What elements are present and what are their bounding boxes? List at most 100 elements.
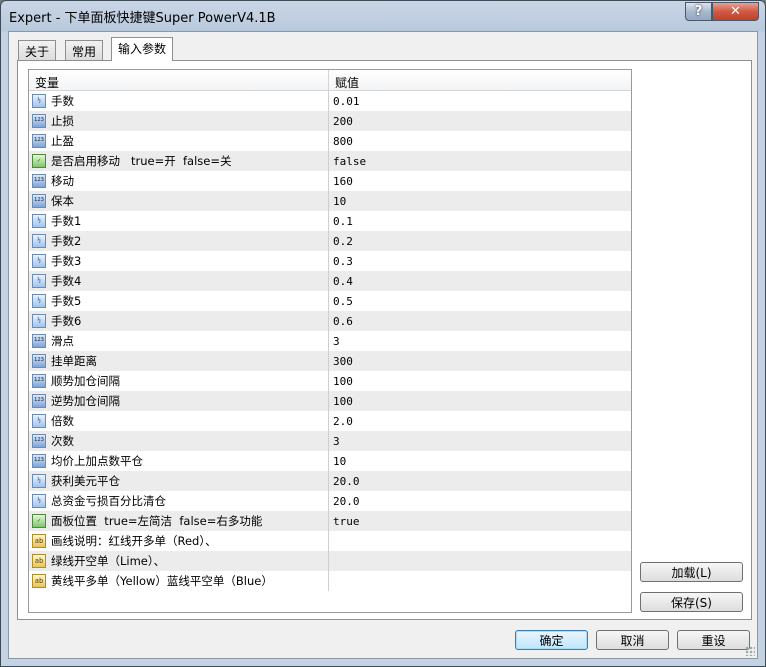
value-cell[interactable]: 200 <box>329 111 631 131</box>
variable-name: 手数1 <box>51 214 82 228</box>
value-cell[interactable]: 0.1 <box>329 211 631 231</box>
variable-cell: ½ 倍数 <box>29 411 329 431</box>
table-row[interactable]: ½ 倍数 2.0 <box>29 411 631 431</box>
value-cell[interactable]: 100 <box>329 371 631 391</box>
double-icon: ½ <box>32 214 46 228</box>
table-row[interactable]: ✓ 是否启用移动 true=开 false=关 false <box>29 151 631 171</box>
table-row[interactable]: ½ 手数4 0.4 <box>29 271 631 291</box>
double-icon: ½ <box>32 314 46 328</box>
table-row[interactable]: 123 顺势加仓间隔 100 <box>29 371 631 391</box>
variable-cell: 123 次数 <box>29 431 329 451</box>
value-cell[interactable]: 300 <box>329 351 631 371</box>
table-row[interactable]: ab 画线说明：红线开多单（Red）、 <box>29 531 631 551</box>
variable-cell: ½ 总资金亏损百分比清仓 <box>29 491 329 511</box>
variable-name: 止盈 <box>51 134 74 148</box>
value-cell[interactable]: 2.0 <box>329 411 631 431</box>
variable-cell: ½ 手数4 <box>29 271 329 291</box>
tab-common[interactable]: 常用 <box>65 40 104 60</box>
help-icon: ? <box>694 4 703 19</box>
cancel-button[interactable]: 取消 <box>596 630 669 650</box>
table-row[interactable]: 123 滑点 3 <box>29 331 631 351</box>
table-row[interactable]: ½ 手数1 0.1 <box>29 211 631 231</box>
value-cell[interactable] <box>329 571 631 591</box>
tab-about[interactable]: 关于 <box>18 40 57 60</box>
title-bar[interactable]: Expert - 下单面板快捷键Super PowerV4.1B ? ✕ <box>1 1 765 31</box>
value-cell[interactable] <box>329 551 631 571</box>
help-button[interactable]: ? <box>685 2 712 21</box>
resize-grip-icon[interactable] <box>745 646 755 656</box>
value-cell[interactable]: 0.5 <box>329 291 631 311</box>
variable-cell: 123 止损 <box>29 111 329 131</box>
table-row[interactable]: ab 绿线开空单（Lime）、 <box>29 551 631 571</box>
window-title: Expert - 下单面板快捷键Super PowerV4.1B <box>9 11 276 26</box>
table-row[interactable]: 123 止盈 800 <box>29 131 631 151</box>
table-row[interactable]: ½ 获利美元平仓 20.0 <box>29 471 631 491</box>
double-icon: ½ <box>32 294 46 308</box>
table-row[interactable]: 123 保本 10 <box>29 191 631 211</box>
value-cell[interactable]: 160 <box>329 171 631 191</box>
variable-name: 顺势加仓间隔 <box>51 374 120 388</box>
variable-cell: 123 逆势加仓间隔 <box>29 391 329 411</box>
table-row[interactable]: ½ 手数2 0.2 <box>29 231 631 251</box>
value-cell[interactable] <box>329 531 631 551</box>
value-cell[interactable]: 20.0 <box>329 491 631 511</box>
value-cell[interactable]: 0.6 <box>329 311 631 331</box>
value-cell[interactable]: 20.0 <box>329 471 631 491</box>
table-row[interactable]: ½ 总资金亏损百分比清仓 20.0 <box>29 491 631 511</box>
column-header-variable[interactable]: 变量 <box>29 70 329 90</box>
table-row[interactable]: 123 逆势加仓间隔 100 <box>29 391 631 411</box>
bool-icon: ✓ <box>32 154 46 168</box>
save-button[interactable]: 保存(S) <box>640 592 743 612</box>
variable-name: 保本 <box>51 194 74 208</box>
double-icon: ½ <box>32 274 46 288</box>
table-row[interactable]: ½ 手数3 0.3 <box>29 251 631 271</box>
value-cell[interactable]: 3 <box>329 431 631 451</box>
value-cell[interactable]: 10 <box>329 451 631 471</box>
value-cell[interactable]: 10 <box>329 191 631 211</box>
ok-button[interactable]: 确定 <box>515 630 588 650</box>
value-cell[interactable]: 0.2 <box>329 231 631 251</box>
variable-cell: 123 止盈 <box>29 131 329 151</box>
table-row[interactable]: 123 挂单距离 300 <box>29 351 631 371</box>
variable-name: 挂单距离 <box>51 354 97 368</box>
value-cell[interactable]: 800 <box>329 131 631 151</box>
double-icon: ½ <box>32 94 46 108</box>
value-cell[interactable]: false <box>329 151 631 171</box>
variable-cell: ab 黄线平多单（Yellow）蓝线平空单（Blue） <box>29 571 329 591</box>
integer-icon: 123 <box>32 114 46 128</box>
double-icon: ½ <box>32 234 46 248</box>
variable-cell: ½ 手数6 <box>29 311 329 331</box>
table-row[interactable]: 123 均价上加点数平仓 10 <box>29 451 631 471</box>
value-cell[interactable]: 100 <box>329 391 631 411</box>
value-cell[interactable]: true <box>329 511 631 531</box>
column-header-value[interactable]: 赋值 <box>329 70 631 90</box>
variable-cell: ab 绿线开空单（Lime）、 <box>29 551 329 571</box>
tab-inputs[interactable]: 输入参数 <box>111 37 174 61</box>
table-row[interactable]: ½ 手数 0.01 <box>29 91 631 111</box>
variable-name: 手数4 <box>51 274 82 288</box>
value-cell[interactable]: 0.01 <box>329 91 631 111</box>
variable-name: 面板位置 true=左简洁 false=右多功能 <box>51 514 263 528</box>
variable-cell: ½ 手数5 <box>29 291 329 311</box>
table-row[interactable]: 123 止损 200 <box>29 111 631 131</box>
variable-name: 滑点 <box>51 334 74 348</box>
close-button[interactable]: ✕ <box>712 2 759 21</box>
load-button[interactable]: 加载(L) <box>640 562 743 582</box>
table-row[interactable]: ½ 手数5 0.5 <box>29 291 631 311</box>
value-cell[interactable]: 0.3 <box>329 251 631 271</box>
variable-cell: ½ 手数 <box>29 91 329 111</box>
table-row[interactable]: ½ 手数6 0.6 <box>29 311 631 331</box>
value-cell[interactable]: 3 <box>329 331 631 351</box>
double-icon: ½ <box>32 254 46 268</box>
variable-cell: ab 画线说明：红线开多单（Red）、 <box>29 531 329 551</box>
table-row[interactable]: 123 移动 160 <box>29 171 631 191</box>
table-row[interactable]: ✓ 面板位置 true=左简洁 false=右多功能 true <box>29 511 631 531</box>
variable-name: 均价上加点数平仓 <box>51 454 143 468</box>
integer-icon: 123 <box>32 374 46 388</box>
integer-icon: 123 <box>32 454 46 468</box>
value-cell[interactable]: 0.4 <box>329 271 631 291</box>
table-row[interactable]: 123 次数 3 <box>29 431 631 451</box>
variable-cell: 123 移动 <box>29 171 329 191</box>
table-row[interactable]: ab 黄线平多单（Yellow）蓝线平空单（Blue） <box>29 571 631 591</box>
reset-button[interactable]: 重设 <box>677 630 750 650</box>
